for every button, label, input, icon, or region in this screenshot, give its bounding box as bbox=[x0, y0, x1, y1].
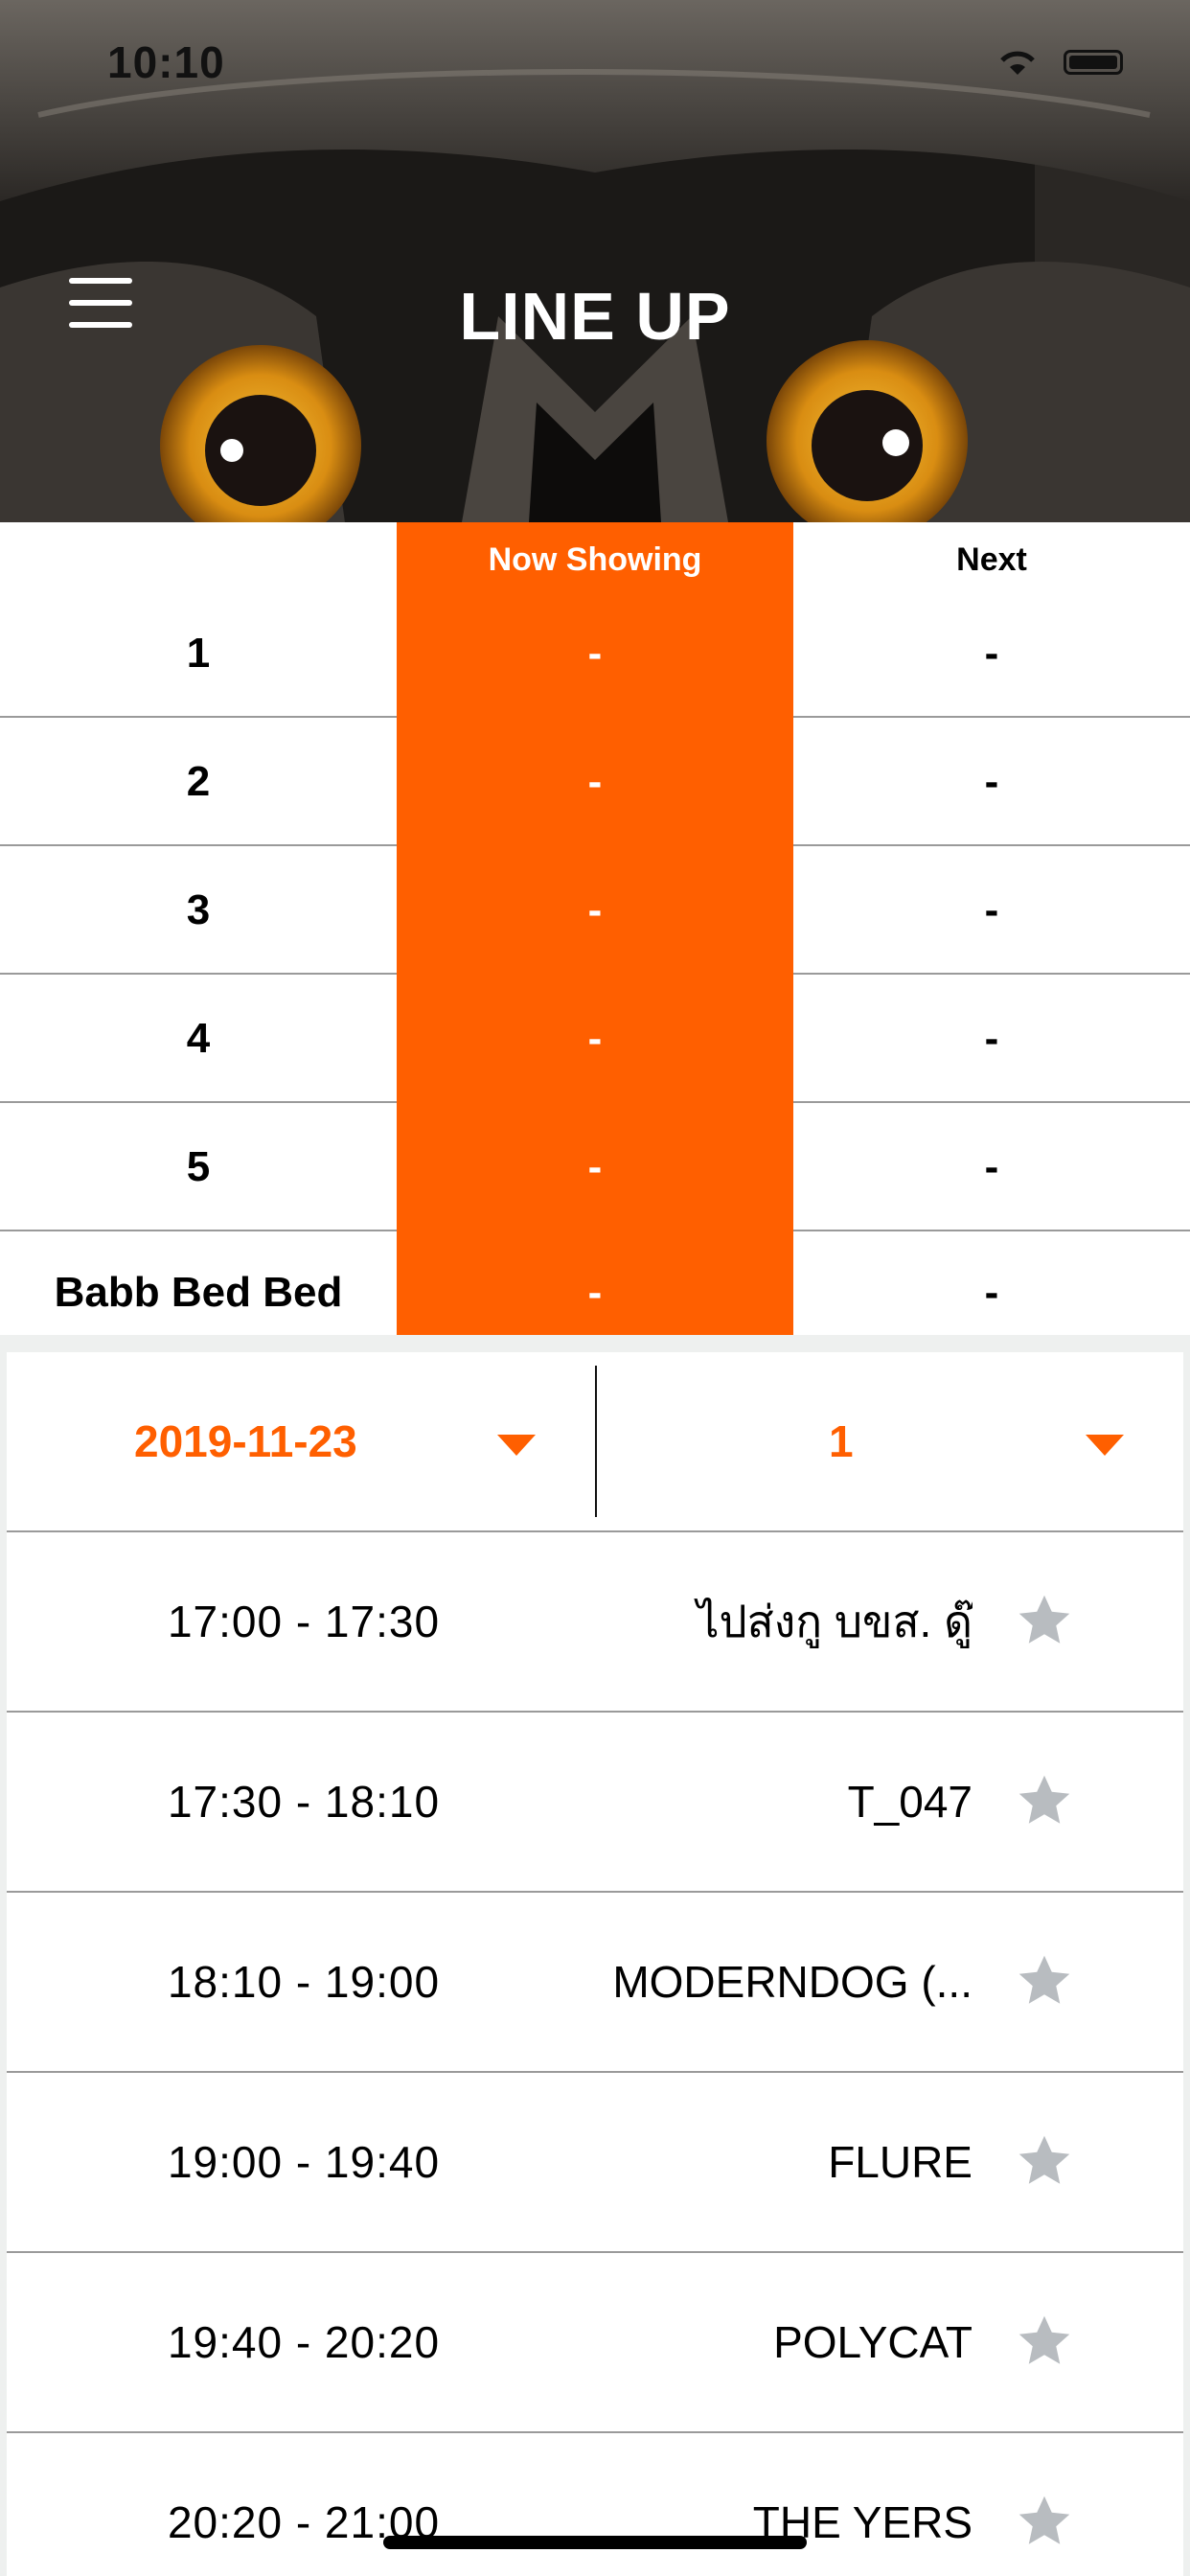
schedule-row[interactable]: 17:00 - 17:30 ไปส่งกู บขส. ดู๊ bbox=[7, 1532, 1183, 1713]
schedule-artist: THE YERS bbox=[752, 2497, 973, 2547]
schedule-row[interactable]: 17:30 - 18:10 T_047 bbox=[7, 1713, 1183, 1893]
star-icon[interactable] bbox=[1015, 2132, 1074, 2190]
wifi-icon bbox=[1000, 51, 1035, 75]
filter-bar: 2019-11-23 1 bbox=[7, 1352, 1183, 1532]
stage-name: Babb Bed Bed bbox=[54, 1269, 343, 1316]
schedule-card: 2019-11-23 1 17:00 - 17:30 ไปส่งกู บขส. … bbox=[7, 1352, 1183, 2576]
status-bar-time: 10:10 bbox=[107, 37, 225, 87]
date-dropdown-value: 2019-11-23 bbox=[134, 1416, 357, 1466]
next-value: - bbox=[984, 886, 999, 933]
column-header-now-showing: Now Showing bbox=[488, 541, 702, 578]
chevron-down-icon bbox=[1086, 1435, 1124, 1456]
stage-status-table: Now Showing Next 1 - - 2 - - 3 - - 4 - -… bbox=[0, 522, 1190, 1335]
star-icon[interactable] bbox=[1015, 2312, 1074, 2370]
stage-name: 4 bbox=[186, 1015, 211, 1062]
stage-name: 3 bbox=[186, 886, 211, 933]
schedule-time: 19:00 - 19:40 bbox=[167, 2137, 441, 2187]
now-showing-value: - bbox=[587, 1015, 603, 1062]
schedule-section: 2019-11-23 1 17:00 - 17:30 ไปส่งกู บขส. … bbox=[0, 1335, 1190, 2576]
schedule-row[interactable]: 19:00 - 19:40 FLURE bbox=[7, 2073, 1183, 2253]
chevron-down-icon bbox=[497, 1435, 536, 1456]
status-bar-icons bbox=[996, 48, 1123, 77]
schedule-artist: FLURE bbox=[828, 2137, 973, 2187]
stage-row: Babb Bed Bed - - bbox=[0, 1231, 1190, 1335]
stage-row: 2 - - bbox=[0, 718, 1190, 846]
schedule-time: 18:10 - 19:00 bbox=[167, 1957, 441, 2007]
header-banner: 10:10 LINE UP bbox=[0, 0, 1190, 522]
next-value: - bbox=[984, 1269, 999, 1316]
schedule-time: 20:20 - 21:00 bbox=[167, 2497, 441, 2547]
next-value: - bbox=[984, 1143, 999, 1190]
now-showing-value: - bbox=[587, 1269, 603, 1316]
next-value: - bbox=[984, 758, 999, 805]
stage-dropdown[interactable]: 1 bbox=[595, 1352, 1183, 1530]
schedule-time: 19:40 - 20:20 bbox=[167, 2317, 441, 2367]
column-header-next: Next bbox=[956, 541, 1027, 578]
schedule-row[interactable]: 19:40 - 20:20 POLYCAT bbox=[7, 2253, 1183, 2433]
now-showing-value: - bbox=[587, 758, 603, 805]
star-icon[interactable] bbox=[1015, 1952, 1074, 2010]
battery-icon bbox=[1064, 50, 1123, 75]
schedule-artist: MODERNDOG (... bbox=[612, 1957, 973, 2007]
stage-name: 1 bbox=[186, 630, 211, 677]
star-icon[interactable] bbox=[1015, 1592, 1074, 1649]
home-indicator[interactable] bbox=[383, 2536, 807, 2549]
schedule-artist: T_047 bbox=[847, 1777, 973, 1827]
stage-row: 5 - - bbox=[0, 1103, 1190, 1231]
schedule-time: 17:00 - 17:30 bbox=[167, 1597, 441, 1646]
next-value: - bbox=[984, 630, 999, 677]
page-title: LINE UP bbox=[459, 279, 731, 354]
stage-name: 5 bbox=[186, 1143, 211, 1190]
now-showing-value: - bbox=[587, 630, 603, 677]
schedule-time: 17:30 - 18:10 bbox=[167, 1777, 441, 1827]
stage-row: 1 - - bbox=[0, 589, 1190, 718]
schedule-artist: ไปส่งกู บขส. ดู๊ bbox=[697, 1596, 973, 1646]
stage-dropdown-value: 1 bbox=[829, 1416, 854, 1466]
stage-row: 3 - - bbox=[0, 846, 1190, 975]
now-showing-value: - bbox=[587, 1143, 603, 1190]
star-icon[interactable] bbox=[1015, 1772, 1074, 1829]
stage-name: 2 bbox=[186, 758, 211, 805]
schedule-artist: POLYCAT bbox=[773, 2317, 973, 2367]
stage-row: 4 - - bbox=[0, 975, 1190, 1103]
now-showing-value: - bbox=[587, 886, 603, 933]
date-dropdown[interactable]: 2019-11-23 bbox=[7, 1352, 595, 1530]
star-icon[interactable] bbox=[1015, 2493, 1074, 2550]
next-value: - bbox=[984, 1015, 999, 1062]
schedule-row[interactable]: 20:20 - 21:00 THE YERS bbox=[7, 2433, 1183, 2576]
schedule-row[interactable]: 18:10 - 19:00 MODERNDOG (... bbox=[7, 1893, 1183, 2073]
lineup-screen: 10:10 LINE UP Now Showing Next 1 - - 2 -… bbox=[0, 0, 1190, 2576]
